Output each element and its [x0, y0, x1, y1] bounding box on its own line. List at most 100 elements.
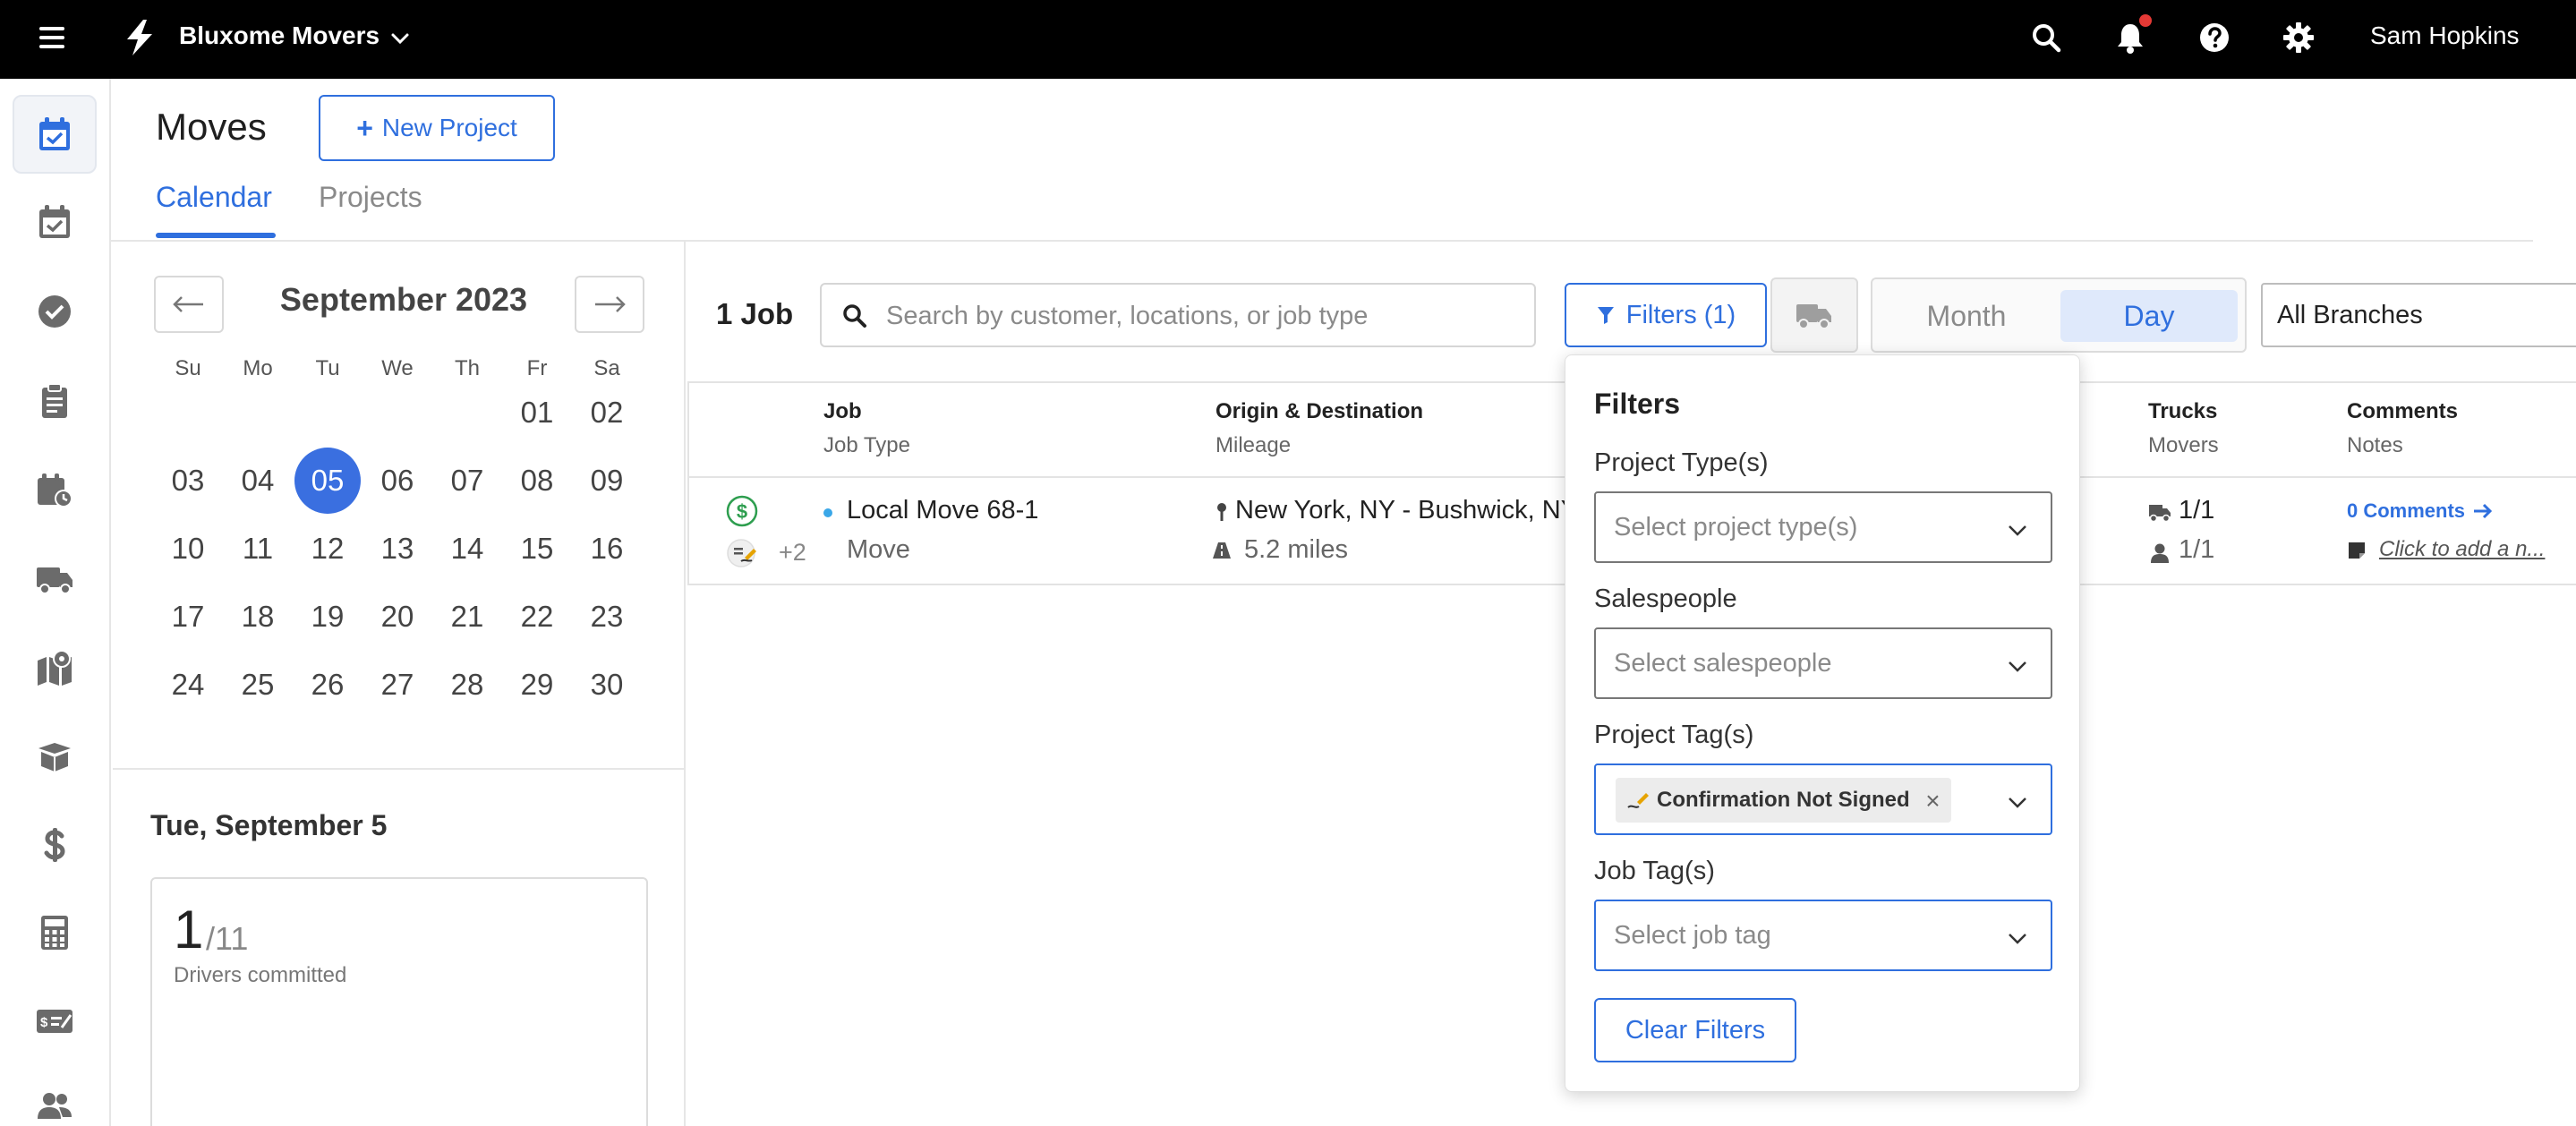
gear-icon[interactable]: [2281, 20, 2316, 55]
nav-moves-calendar[interactable]: [13, 95, 97, 174]
job-name-link[interactable]: Local Move 68-1: [847, 496, 1038, 525]
calendar-clock-icon: [38, 473, 73, 508]
view-month-button[interactable]: Month: [1883, 290, 2050, 342]
prev-month-button[interactable]: [154, 276, 224, 333]
calendar-day[interactable]: 07: [434, 448, 500, 514]
nav-clipboard[interactable]: [13, 362, 97, 440]
person-icon: [2151, 543, 2169, 563]
calendar-day[interactable]: 13: [364, 516, 431, 582]
chevron-down-icon: [2009, 661, 2026, 672]
col-comments: Comments: [2347, 399, 2459, 423]
calculator-icon: [41, 916, 68, 950]
menu-icon[interactable]: [36, 20, 72, 55]
calendar-day[interactable]: 29: [504, 652, 570, 718]
calendar-day[interactable]: 14: [434, 516, 500, 582]
nav-calendar-clock[interactable]: [13, 451, 97, 530]
search-icon[interactable]: [2028, 20, 2064, 55]
filter-icon: [1597, 307, 1614, 324]
nav-inventory[interactable]: [13, 716, 97, 795]
col-job: Job: [823, 399, 862, 423]
calendar-day[interactable]: 28: [434, 652, 500, 718]
calendar-day[interactable]: 27: [364, 652, 431, 718]
company-name[interactable]: Bluxome Movers: [179, 21, 380, 50]
calendar-day[interactable]: 04: [225, 448, 291, 514]
calendar-check-alt-icon: [39, 205, 70, 238]
nav-trucks[interactable]: [13, 539, 97, 618]
sticky-note-icon: [2349, 542, 2365, 559]
left-nav: $: [0, 79, 111, 1126]
calendar-day[interactable]: 19: [294, 584, 361, 650]
nav-map[interactable]: [13, 628, 97, 707]
calendar-day[interactable]: 30: [574, 652, 640, 718]
project-tags-label: Project Tag(s): [1594, 721, 1754, 749]
calendar-day[interactable]: 12: [294, 516, 361, 582]
mileage: 5.2 miles: [1244, 535, 1349, 564]
calendar-day[interactable]: 18: [225, 584, 291, 650]
calendar-day[interactable]: 09: [574, 448, 640, 514]
next-month-button[interactable]: [575, 276, 644, 333]
calendar-day[interactable]: 06: [364, 448, 431, 514]
user-name[interactable]: Sam Hopkins: [2370, 21, 2520, 50]
nav-users[interactable]: [13, 1067, 97, 1126]
project-tags-select[interactable]: Confirmation Not Signed ×: [1594, 763, 2052, 835]
svg-text:$: $: [737, 500, 747, 523]
calendar-day[interactable]: 23: [574, 584, 640, 650]
comments-link[interactable]: 0 Comments: [2347, 499, 2465, 523]
nav-payments[interactable]: $: [13, 981, 97, 1060]
job-tags-label: Job Tag(s): [1594, 857, 1715, 885]
filters-popover: Filters Project Type(s) Select project t…: [1565, 354, 2080, 1092]
remove-tag-icon[interactable]: ×: [1925, 787, 1940, 815]
clear-filters-button[interactable]: Clear Filters: [1594, 998, 1796, 1062]
weekday-label: Th: [454, 356, 480, 380]
truck-view-button[interactable]: [1770, 277, 1858, 353]
search-icon: [843, 304, 866, 328]
calendar-day[interactable]: 25: [225, 652, 291, 718]
movers-count: 1/1: [2179, 535, 2215, 564]
filters-button[interactable]: Filters (1): [1565, 283, 1767, 347]
arrow-right-icon: [2474, 503, 2493, 519]
add-note-link[interactable]: Click to add a n...: [2379, 537, 2545, 562]
calendar-day[interactable]: 21: [434, 584, 500, 650]
nav-schedule[interactable]: [13, 183, 97, 261]
calendar-day[interactable]: 03: [155, 448, 221, 514]
tab-calendar[interactable]: Calendar: [156, 181, 272, 214]
nav-tasks[interactable]: [13, 272, 97, 351]
calendar-day[interactable]: 15: [504, 516, 570, 582]
calendar-day[interactable]: 17: [155, 584, 221, 650]
selected-day-title: Tue, September 5: [150, 809, 388, 841]
nav-billing[interactable]: [13, 806, 97, 884]
calendar-day[interactable]: 10: [155, 516, 221, 582]
calendar-day[interactable]: 11: [225, 516, 291, 582]
money-check-icon: $: [37, 1010, 73, 1033]
search-input[interactable]: [886, 292, 1513, 340]
calendar-day[interactable]: 26: [294, 652, 361, 718]
new-project-button[interactable]: + New Project: [319, 95, 555, 161]
nav-calculator[interactable]: [13, 893, 97, 972]
salespeople-select[interactable]: Select salespeople: [1594, 627, 2052, 699]
col-trucks: Trucks: [2148, 399, 2218, 423]
job-count: 1 Job: [716, 297, 794, 330]
calendar-day[interactable]: 16: [574, 516, 640, 582]
calendar-divider: [113, 768, 686, 770]
truck-icon: [2149, 505, 2171, 523]
new-project-label: New Project: [381, 114, 517, 141]
calendar-day[interactable]: 24: [155, 652, 221, 718]
calendar-day[interactable]: 02: [574, 380, 640, 446]
help-icon[interactable]: [2196, 20, 2232, 55]
truck-icon: [1796, 304, 1831, 329]
plus-icon: +: [356, 111, 373, 144]
tab-projects[interactable]: Projects: [319, 181, 422, 214]
calendar-day[interactable]: 01: [504, 380, 570, 446]
view-day-button[interactable]: Day: [2060, 290, 2238, 342]
project-types-select[interactable]: Select project type(s): [1594, 491, 2052, 563]
calendar-day[interactable]: 08: [504, 448, 570, 514]
calendar-day[interactable]: 22: [504, 584, 570, 650]
branch-select[interactable]: All Branches: [2261, 283, 2576, 347]
signature-icon: [1627, 793, 1649, 808]
calendar-day[interactable]: 20: [364, 584, 431, 650]
job-tags-select[interactable]: Select job tag: [1594, 900, 2052, 971]
chevron-down-icon[interactable]: [387, 25, 414, 52]
chevron-down-icon: [2009, 798, 2026, 808]
calendar-day-selected[interactable]: 05: [294, 448, 361, 514]
extra-tags-count[interactable]: +2: [779, 539, 806, 567]
